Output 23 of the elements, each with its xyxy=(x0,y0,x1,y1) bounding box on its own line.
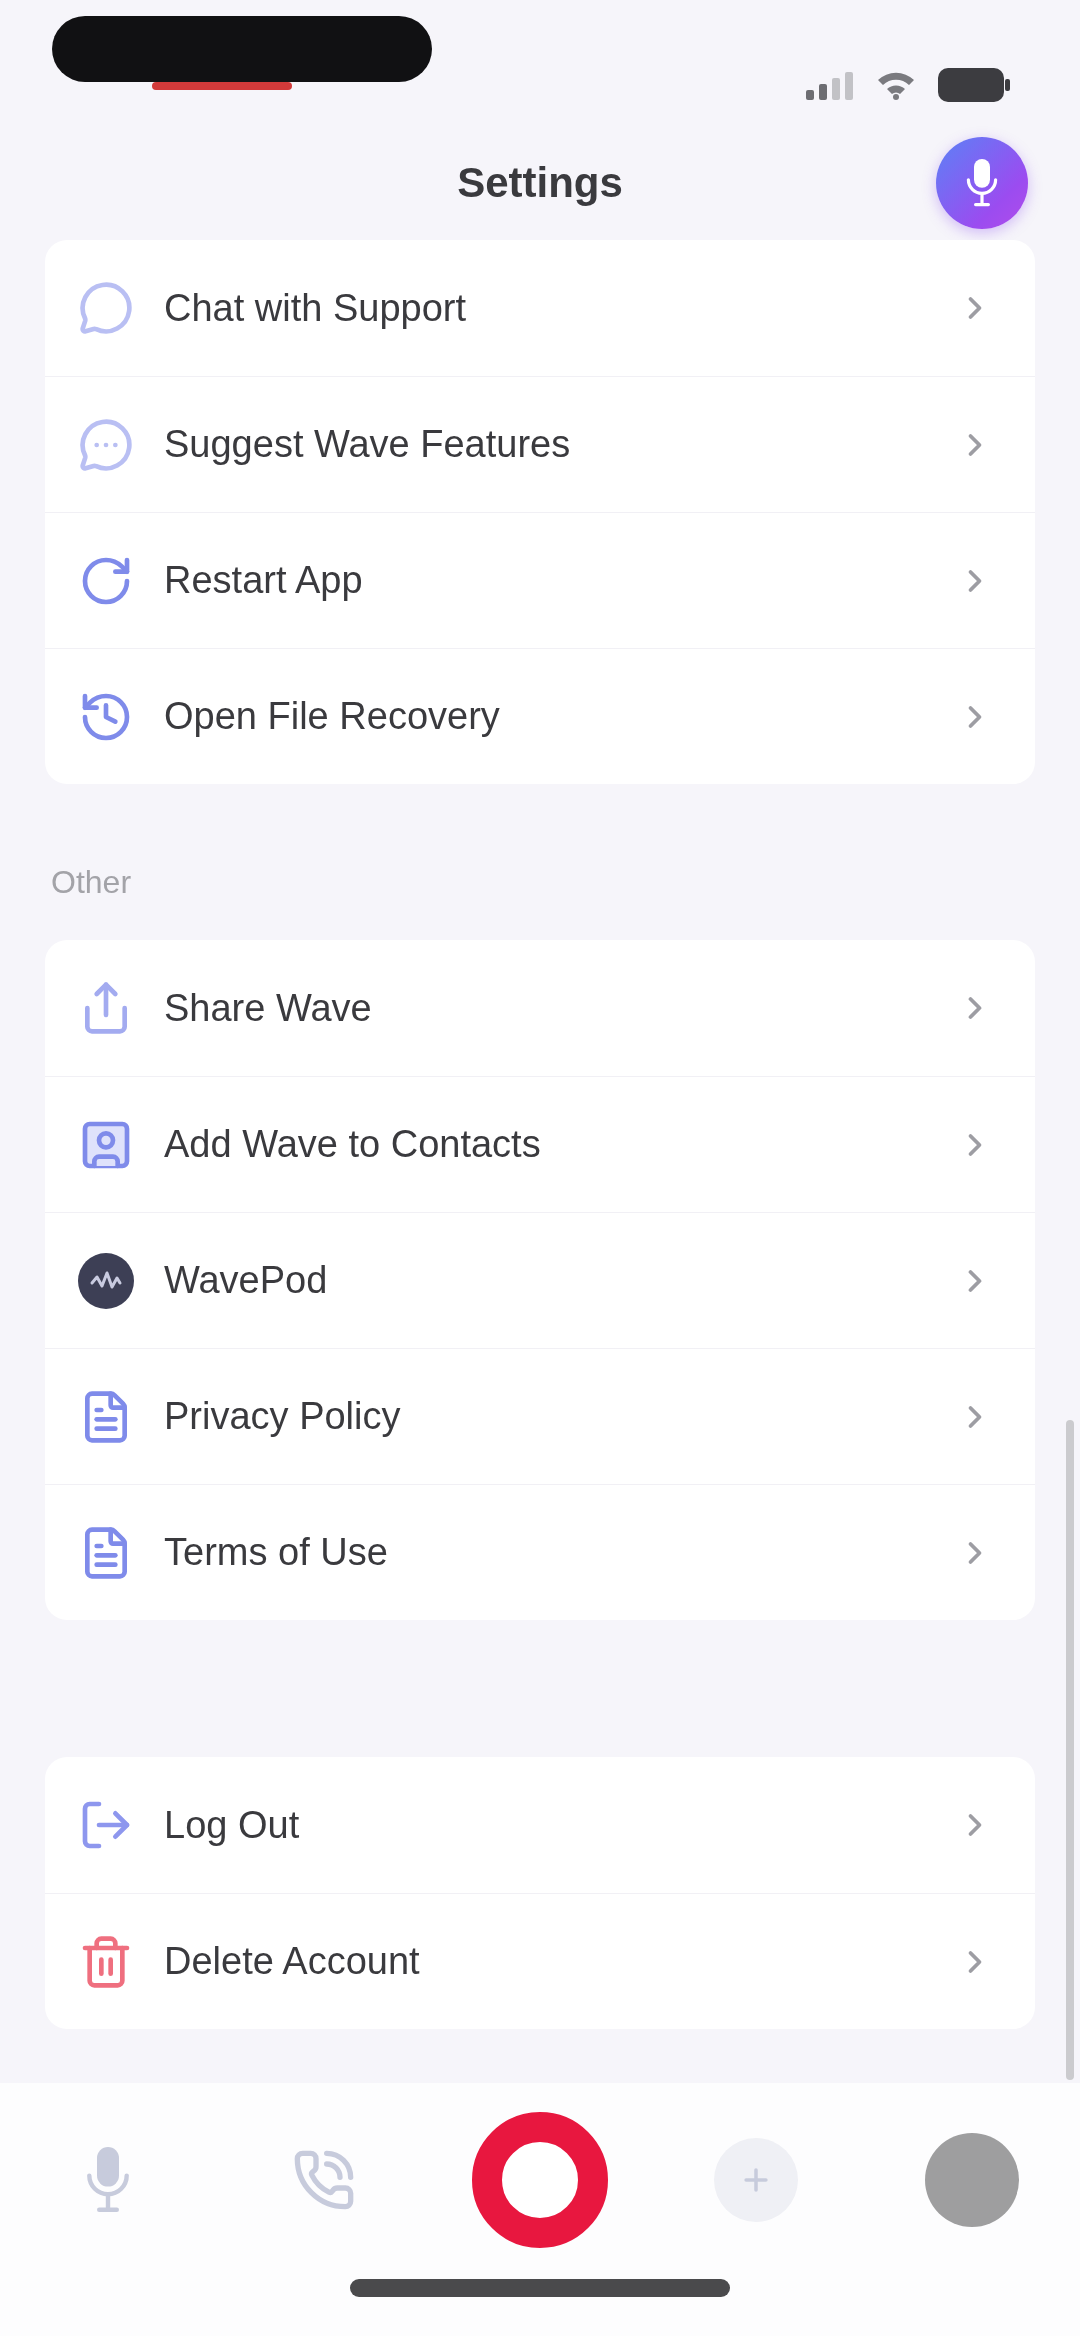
assistant-button[interactable] xyxy=(936,136,1028,229)
chat-dots-icon xyxy=(78,416,134,473)
settings-row[interactable]: Suggest Wave Features xyxy=(45,376,1035,512)
page-title: Settings xyxy=(457,158,623,207)
settings-row[interactable]: Add Wave to Contacts xyxy=(45,1076,1035,1212)
settings-row[interactable]: WavePod xyxy=(45,1212,1035,1348)
settings-row[interactable]: Delete Account xyxy=(45,1893,1035,2029)
settings-row[interactable]: Log Out xyxy=(45,1757,1035,1893)
settings-row[interactable]: Open File Recovery xyxy=(45,648,1035,784)
microphone-icon xyxy=(966,158,998,207)
settings-row[interactable]: Privacy Policy xyxy=(45,1348,1035,1484)
settings-row[interactable]: Share Wave xyxy=(45,940,1035,1076)
section-heading: Other xyxy=(51,863,132,902)
wifi-icon xyxy=(876,70,916,100)
phone-icon xyxy=(292,2148,356,2212)
settings-row[interactable]: Chat with Support xyxy=(45,240,1035,376)
battery-icon xyxy=(938,68,1010,102)
microphone-icon xyxy=(86,2147,130,2213)
settings-row[interactable]: Terms of Use xyxy=(45,1484,1035,1620)
settings-row[interactable]: Restart App xyxy=(45,512,1035,648)
pod-logo-icon xyxy=(78,1252,134,1309)
signal-icon xyxy=(806,70,854,100)
chat-bubble-icon xyxy=(78,280,134,336)
